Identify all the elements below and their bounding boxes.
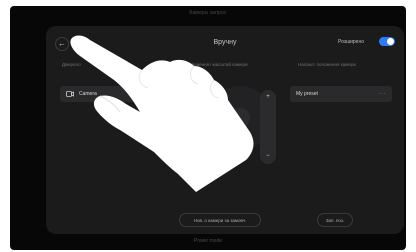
camera-source-item[interactable]: Camera [60, 86, 148, 102]
advanced-label: Розширено [337, 39, 364, 45]
device-screen: Камера запрос ← Вручну Розширено Джерело… [10, 6, 406, 250]
preset-item[interactable]: My preset ··· [290, 86, 392, 102]
camera-icon [66, 91, 74, 97]
advanced-toggle[interactable] [379, 37, 395, 46]
camera-source-label: Camera [79, 91, 97, 97]
reset-camera-button[interactable]: Нов. о камери за замовч. [179, 213, 261, 227]
zoom-out-button[interactable]: − [260, 153, 276, 159]
device-bottom-caption: Power mode [193, 238, 223, 244]
joystick-center[interactable] [230, 108, 250, 128]
preset-label: My preset [296, 91, 318, 97]
more-options-button[interactable]: ··· [379, 91, 387, 97]
control-section-label: Наведення і масштаб камери [186, 62, 248, 67]
camera-control-panel: ← Вручну Розширено Джерело Наведення і м… [46, 26, 404, 234]
source-section-label: Джерело [62, 62, 81, 67]
presets-section-label: Налашт. положення камери [298, 62, 356, 67]
zoom-in-button[interactable]: + [260, 94, 276, 100]
zoom-slider[interactable]: + − [260, 90, 276, 164]
save-position-button[interactable]: Зап. поз. [317, 213, 353, 227]
device-top-caption: Камера запрос [189, 10, 227, 16]
